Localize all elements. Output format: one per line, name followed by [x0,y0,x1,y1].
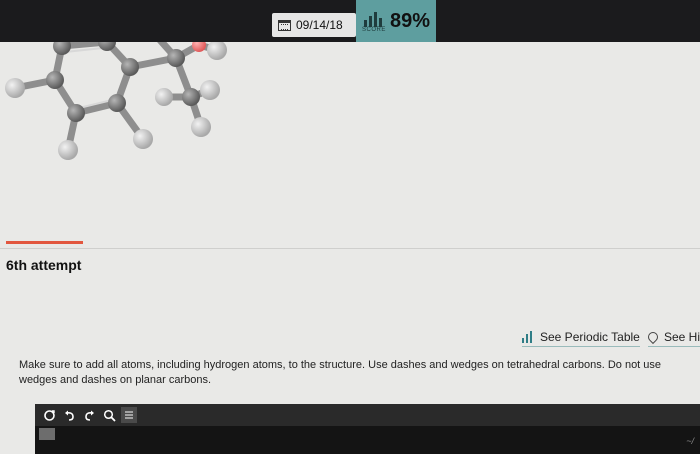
see-periodic-table-link[interactable]: See Periodic Table [522,330,640,347]
carbon-atom [121,58,139,76]
carbon-atom [46,71,64,89]
hydrogen-atom [133,129,153,149]
hydrogen-atom [155,88,173,106]
hydrogen-atom [5,78,25,98]
redo-icon[interactable] [81,407,97,423]
hint-label: See Hi [664,330,700,344]
carbon-atom [182,88,200,106]
hint-icon [645,329,661,345]
carbon-atom [108,94,126,112]
atoms [5,42,227,160]
drawing-canvas[interactable]: ~/ [35,426,700,454]
attempt-label: 6th attempt [6,257,82,273]
score-value: 89% [389,9,431,32]
hydrogen-atom [191,117,211,137]
hydrogen-atom [200,80,220,100]
periodic-table-label: See Periodic Table [540,330,640,344]
hydrogen-atom [207,42,227,60]
editor-toolbar [35,404,700,426]
tools-icon[interactable] [121,407,137,423]
instructions-text: Make sure to add all atoms, including hy… [19,359,662,386]
bond-highlights [64,47,113,109]
carbon-atom [67,104,85,122]
carbon-atom [53,42,71,55]
progress-accent-bar [6,241,83,244]
section-divider [0,248,700,249]
see-hint-link[interactable]: See Hi [645,329,700,347]
top-bar: 09/14/18 SCORE 89% [0,0,700,42]
score-badge[interactable]: SCORE 89% [356,0,436,42]
carbon-atom [167,49,185,67]
editor-logo-icon: ~/ [686,436,694,446]
due-date: 09/14/18 [272,13,356,37]
periodic-table-icon [522,331,536,343]
hydrogen-atom [58,140,78,160]
atom-tool-icon[interactable] [39,428,55,440]
clear-icon[interactable] [41,407,57,423]
zoom-icon[interactable] [101,407,117,423]
undo-icon[interactable] [61,407,77,423]
molecule-model [5,42,227,160]
score-chart-icon: SCORE [362,9,385,33]
calendar-icon [278,19,291,31]
due-date-text: 09/14/18 [296,18,343,32]
